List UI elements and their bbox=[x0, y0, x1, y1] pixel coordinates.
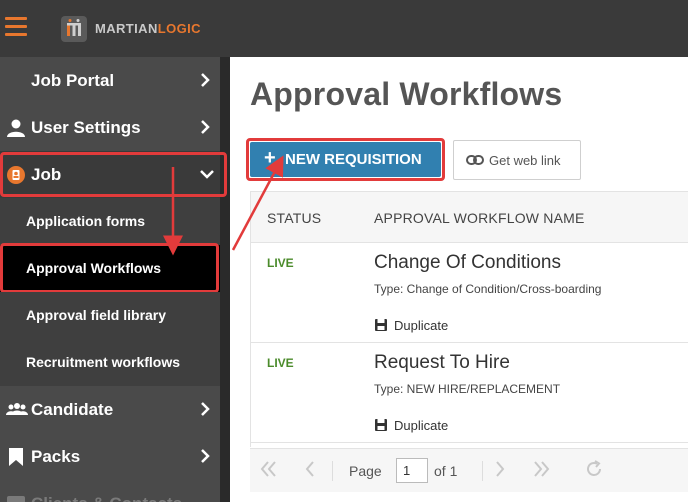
sidebar-item-label: Job bbox=[31, 165, 62, 184]
sidebar-item-job[interactable]: Job bbox=[0, 151, 220, 198]
sidebar-item-label: User Settings bbox=[31, 118, 141, 137]
sidebar-subitem-approval-field-library[interactable]: Approval field library bbox=[0, 292, 220, 339]
hamburger-menu-icon[interactable] bbox=[5, 17, 27, 37]
pager-divider bbox=[482, 461, 483, 481]
bookmark-icon bbox=[9, 448, 23, 466]
sidebar-item-label: Candidate bbox=[31, 400, 114, 419]
pager-divider bbox=[332, 461, 333, 481]
workflow-type: Type: Change of Condition/Cross-boarding bbox=[374, 282, 602, 296]
save-icon bbox=[375, 319, 387, 331]
sidebar-subitem-label: Application forms bbox=[26, 213, 146, 229]
last-page-icon[interactable] bbox=[532, 459, 552, 479]
sidebar-subitem-recruitment-workflows[interactable]: Recruitment workflows bbox=[0, 339, 220, 386]
page-title: Approval Workflows bbox=[250, 76, 563, 112]
save-icon bbox=[375, 419, 387, 431]
table-header: STATUS APPROVAL WORKFLOW NAME bbox=[251, 191, 688, 243]
column-header-name[interactable]: APPROVAL WORKFLOW NAME bbox=[374, 210, 585, 226]
get-web-link-button[interactable]: Get web link bbox=[453, 140, 581, 180]
page-number-input[interactable] bbox=[396, 458, 428, 483]
sidebar-item-job-portal[interactable]: Job Portal bbox=[0, 57, 220, 104]
pagination-bar: Page of 1 bbox=[250, 448, 688, 492]
sidebar-subitem-approval-workflows[interactable]: Approval Workflows bbox=[0, 245, 220, 292]
approval-workflows-table: STATUS APPROVAL WORKFLOW NAME LIVE Chang… bbox=[250, 191, 688, 447]
new-requisition-button[interactable]: + NEW REQUISITION bbox=[250, 142, 441, 177]
plus-icon: + bbox=[264, 147, 276, 169]
sidebar-subitem-label: Recruitment workflows bbox=[26, 354, 181, 370]
chevron-right-icon bbox=[201, 73, 210, 87]
sidebar-item-candidate[interactable]: Candidate bbox=[0, 386, 220, 433]
status-badge: LIVE bbox=[267, 256, 294, 270]
sidebar-subitem-label: Approval field library bbox=[26, 307, 167, 323]
sidebar-item-label: Packs bbox=[31, 447, 81, 466]
sidebar-subitem-label: Approval Workflows bbox=[26, 260, 162, 276]
page-count: of 1 bbox=[434, 463, 458, 479]
top-bar: MARTIANLOGIC bbox=[0, 0, 688, 57]
sidebar-subitem-application-forms[interactable]: Application forms bbox=[0, 198, 220, 245]
workflow-name[interactable]: Change Of Conditions bbox=[374, 252, 561, 274]
table-row[interactable]: LIVE Change Of Conditions Type: Change o… bbox=[251, 243, 688, 343]
next-page-icon[interactable] bbox=[490, 459, 510, 479]
sidebar-item-label: Job Portal bbox=[31, 71, 115, 90]
contacts-icon bbox=[7, 496, 25, 502]
job-icon bbox=[7, 166, 25, 184]
previous-page-icon[interactable] bbox=[300, 459, 320, 479]
refresh-icon[interactable] bbox=[584, 459, 604, 479]
duplicate-label: Duplicate bbox=[394, 318, 449, 333]
get-web-link-label: Get web link bbox=[489, 153, 561, 168]
duplicate-label: Duplicate bbox=[394, 418, 449, 433]
workflow-name[interactable]: Request To Hire bbox=[374, 352, 510, 374]
sidebar-item-clients-contacts[interactable]: Clients & Contacts bbox=[0, 482, 220, 502]
new-requisition-label: NEW REQUISITION bbox=[285, 151, 422, 168]
status-badge: LIVE bbox=[267, 356, 294, 370]
sidebar-item-label: Clients & Contacts bbox=[31, 494, 182, 502]
chevron-down-icon bbox=[200, 170, 214, 179]
first-page-icon[interactable] bbox=[258, 459, 278, 479]
martianlogic-logo-icon bbox=[61, 16, 87, 42]
chevron-right-icon bbox=[201, 449, 210, 463]
chevron-right-icon bbox=[201, 402, 210, 416]
page-label: Page bbox=[349, 463, 382, 479]
column-header-status[interactable]: STATUS bbox=[267, 210, 321, 226]
workflow-type: Type: NEW HIRE/REPLACEMENT bbox=[374, 382, 561, 396]
sidebar-item-packs[interactable]: Packs bbox=[0, 433, 220, 480]
users-icon bbox=[6, 403, 28, 415]
chevron-right-icon bbox=[201, 120, 210, 134]
sidebar-item-user-settings[interactable]: User Settings bbox=[0, 104, 220, 151]
brand-logo-text: MARTIANLOGIC bbox=[95, 21, 201, 36]
link-icon bbox=[466, 155, 484, 165]
table-row[interactable]: LIVE Request To Hire Type: NEW HIRE/REPL… bbox=[251, 343, 688, 443]
sidebar-edge bbox=[220, 57, 230, 502]
user-icon bbox=[7, 119, 25, 137]
